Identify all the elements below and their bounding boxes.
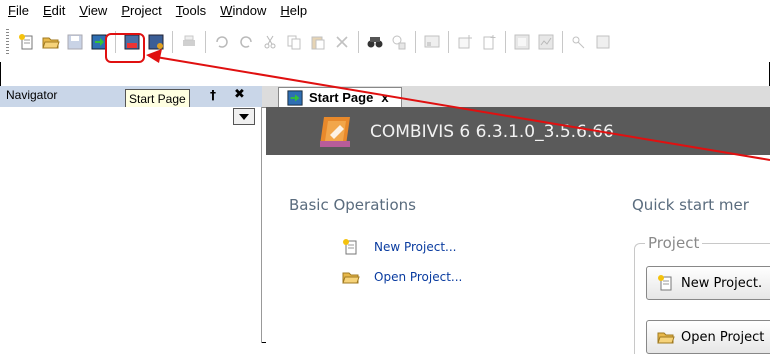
menu-view-mnemonic: V: [79, 3, 88, 18]
delete-button[interactable]: [331, 31, 353, 53]
product-version: COMBIVIS 6 6.3.1.0_3.5.6.66: [370, 122, 614, 142]
open-folder-button[interactable]: [40, 31, 62, 53]
scope-button[interactable]: [535, 31, 557, 53]
replace-button[interactable]: [388, 31, 410, 53]
toolbar-separator: [172, 31, 173, 53]
new-file-button[interactable]: [16, 31, 38, 53]
open-folder-icon: [657, 332, 675, 344]
toolbar-separator: [505, 31, 506, 53]
network-icon: [514, 34, 530, 50]
paste-icon: [311, 36, 325, 50]
quick-open-project-label: Open Project: [681, 329, 765, 345]
toolbar-separator: [562, 31, 563, 53]
menu-tools-label: ools: [182, 3, 207, 18]
open-project-link[interactable]: Open Project...: [342, 268, 462, 286]
menu-tools[interactable]: Tools: [170, 0, 212, 22]
toolbar-separator: [415, 31, 416, 53]
delete-icon: [336, 36, 348, 48]
navigator-dropdown-button[interactable]: [233, 108, 255, 125]
menu-help[interactable]: Help: [274, 0, 313, 22]
new-file-icon: [658, 275, 672, 291]
menu-bar: File Edit View Project Tools Window Help: [0, 0, 770, 22]
menu-edit[interactable]: Edit: [37, 0, 71, 22]
start-page-tooltip: Start Page: [125, 89, 190, 109]
tab-close-icon[interactable]: x: [381, 90, 388, 105]
new-project-link[interactable]: New Project...: [342, 238, 457, 256]
save-icon: [67, 34, 83, 50]
save-button[interactable]: [64, 31, 86, 53]
device-icon: [148, 34, 164, 50]
navigator-panel: [0, 107, 262, 343]
toolbar-separator: [448, 31, 449, 53]
network-button[interactable]: [511, 31, 533, 53]
new-file-icon: [343, 239, 357, 255]
toolbar-grip[interactable]: [6, 29, 9, 55]
menu-project[interactable]: Project: [115, 0, 167, 22]
copy-icon: [287, 35, 301, 50]
new-file-icon: [19, 34, 33, 50]
redo-icon: [240, 36, 252, 48]
menu-window[interactable]: Window: [214, 0, 272, 22]
open-project-link-label: Open Project...: [374, 270, 463, 284]
project-group-legend: Project: [645, 234, 703, 252]
find-button[interactable]: [364, 31, 386, 53]
print-button[interactable]: [178, 31, 200, 53]
new-document-button[interactable]: [478, 31, 500, 53]
book-icon: [596, 35, 610, 49]
scope-icon: [538, 34, 554, 50]
navigator-title: Navigator: [6, 88, 58, 102]
key-button[interactable]: [568, 31, 590, 53]
open-folder-icon: [342, 272, 360, 284]
paste-button[interactable]: [307, 31, 329, 53]
book-button[interactable]: [592, 31, 614, 53]
menu-edit-mnemonic: E: [42, 3, 52, 18]
toolbar-separator: [205, 31, 206, 53]
menu-project-label: roject: [130, 3, 162, 18]
tab-label: Start Page: [309, 90, 374, 105]
menu-help-mnemonic: H: [280, 3, 290, 18]
pin-icon[interactable]: †: [210, 88, 216, 102]
add-item-button[interactable]: [454, 31, 476, 53]
new-document-icon: [483, 35, 496, 50]
start-page-icon: [287, 89, 303, 106]
basic-operations-title: Basic Operations: [289, 196, 416, 214]
undo-button[interactable]: [211, 31, 233, 53]
quick-new-project-label: New Project.: [681, 275, 763, 291]
menu-help-label: elp: [289, 3, 308, 18]
redo-button[interactable]: [235, 31, 257, 53]
key-icon: [572, 36, 585, 49]
navigator-close-icon[interactable]: ✖: [234, 87, 245, 102]
cut-button[interactable]: [259, 31, 281, 53]
highlight-box: [105, 33, 145, 63]
open-folder-icon: [42, 37, 60, 49]
quick-start-title: Quick start mer: [632, 196, 749, 214]
menu-window-mnemonic: W: [220, 3, 233, 18]
menu-view[interactable]: View: [73, 0, 113, 22]
toolbar-separator: [358, 31, 359, 53]
menu-project-mnemonic: P: [121, 3, 130, 18]
binoculars-icon: [367, 37, 383, 48]
quick-new-project-button[interactable]: New Project.: [646, 266, 770, 300]
combivis-logo-icon: [320, 117, 350, 147]
undo-icon: [216, 36, 228, 48]
menu-file-mnemonic: F: [8, 3, 16, 18]
print-icon: [183, 35, 195, 46]
device-button[interactable]: [145, 31, 167, 53]
monitor-icon: [424, 35, 440, 48]
cut-icon: [264, 35, 276, 49]
add-item-icon: [458, 35, 472, 49]
copy-button[interactable]: [283, 31, 305, 53]
monitor-button[interactable]: [421, 31, 443, 53]
menu-file[interactable]: File: [2, 0, 35, 22]
menu-edit-label: dit: [51, 3, 66, 18]
chevron-down-icon: [239, 113, 249, 120]
menu-window-label: indow: [232, 3, 267, 18]
quick-open-project-button[interactable]: Open Project: [646, 320, 770, 354]
menu-file-label: ile: [15, 3, 29, 18]
replace-icon: [392, 35, 406, 50]
tab-start-page[interactable]: Start Page x: [278, 87, 402, 107]
new-project-link-label: New Project...: [374, 240, 457, 254]
menu-view-label: iew: [87, 3, 108, 18]
